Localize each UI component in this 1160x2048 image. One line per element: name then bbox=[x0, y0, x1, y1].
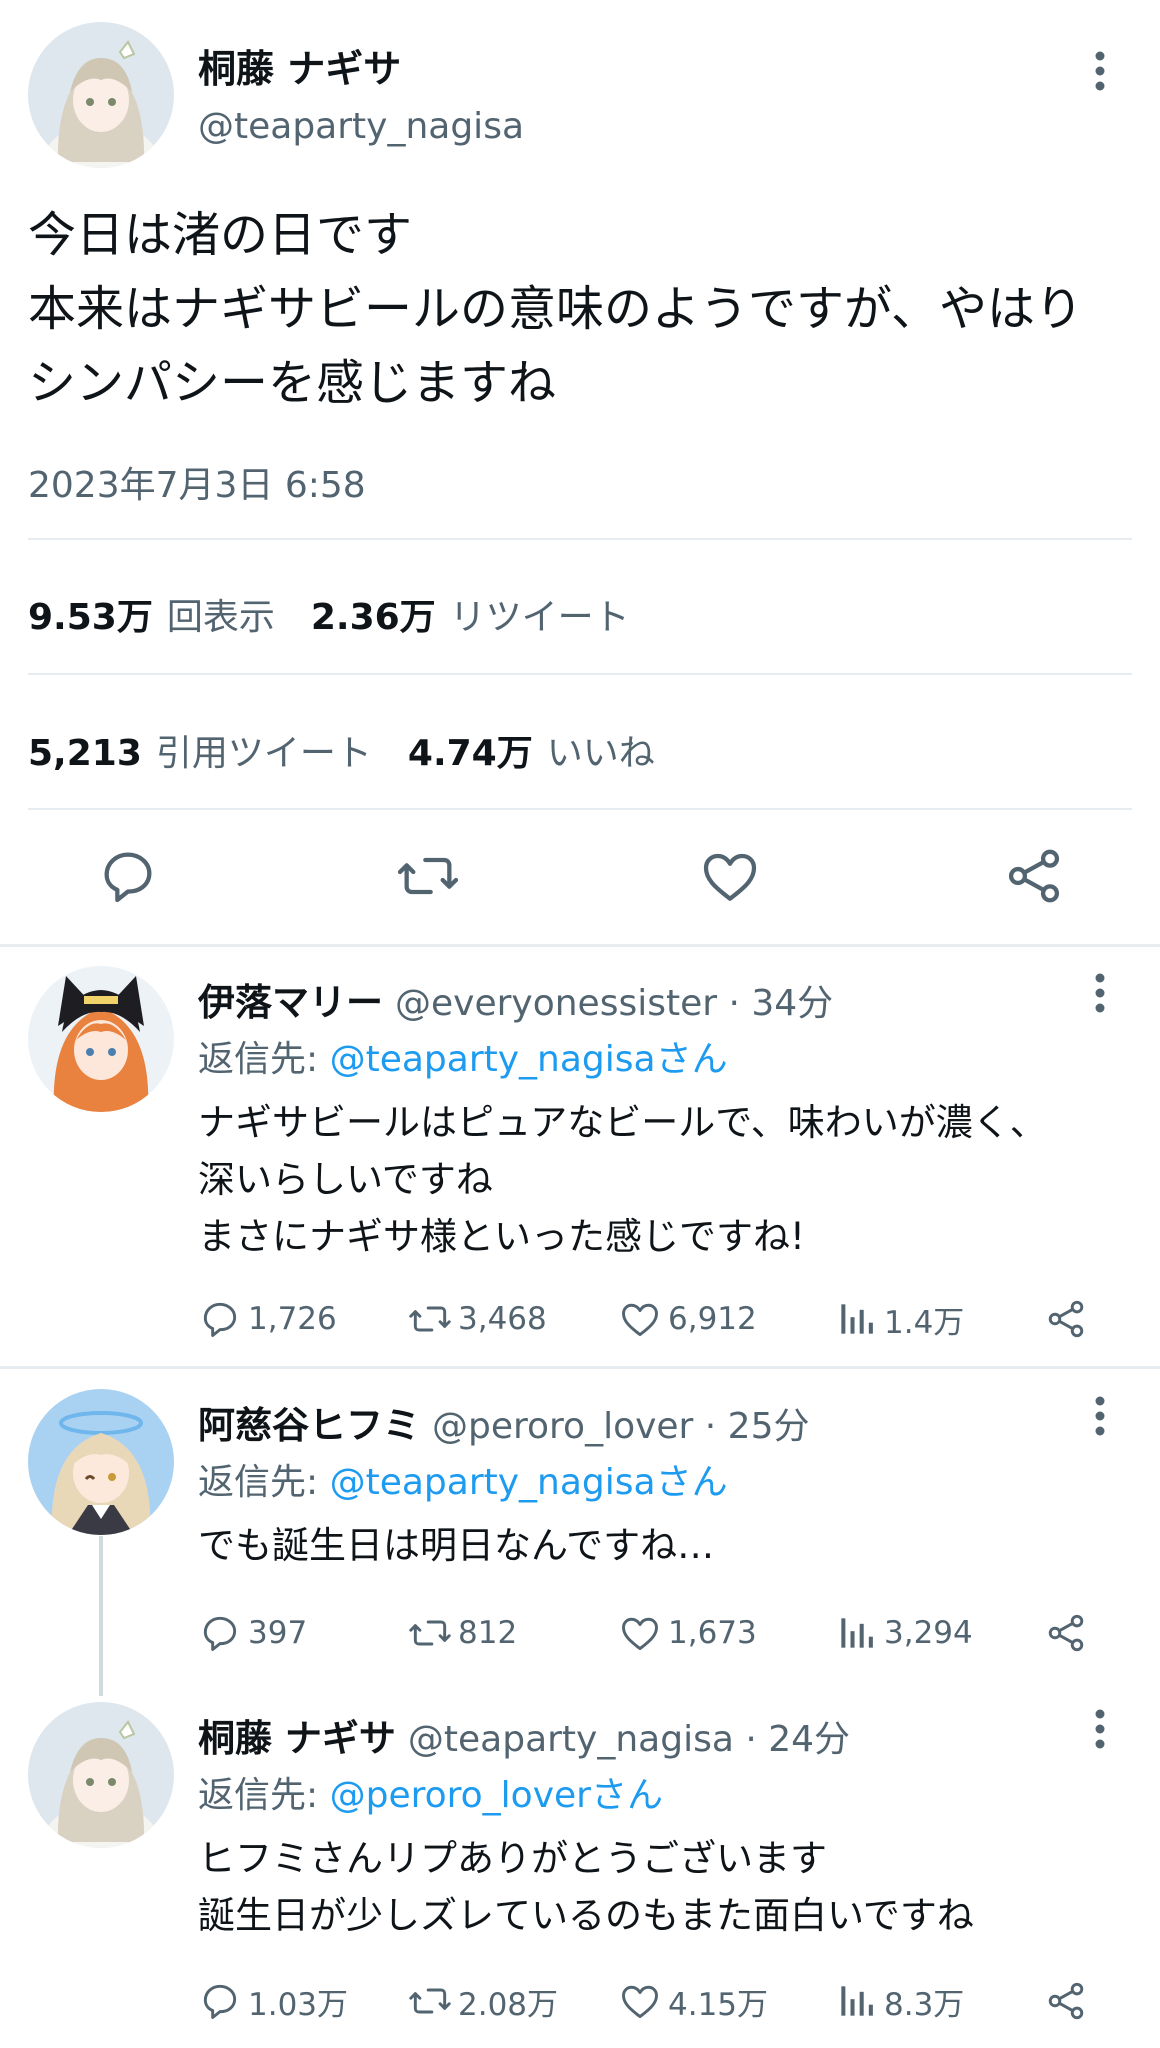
share-icon[interactable] bbox=[1002, 844, 1066, 908]
like-count: 6,912 bbox=[668, 1301, 757, 1337]
reply-header: 伊落マリー @everyonessister · 34分 bbox=[198, 972, 833, 1026]
tweet-text: 今日は渚の日です 本来はナギサビールの意味のようですが、やはり シンパシーを感じ… bbox=[28, 207, 1084, 411]
replying-to-link[interactable]: @peroro_loverさん bbox=[330, 1775, 663, 1816]
replying-to-link[interactable]: @teaparty_nagisaさん bbox=[330, 1462, 728, 1503]
views-button[interactable]: 8.3万 bbox=[834, 1976, 964, 2026]
reply-action-bar: 397 812 1,673 3,294 bbox=[198, 1608, 1098, 1658]
avatar[interactable] bbox=[28, 966, 174, 1112]
reply-button[interactable]: 397 bbox=[198, 1608, 307, 1658]
share-icon bbox=[1048, 1982, 1084, 2020]
retweet-count: 812 bbox=[458, 1615, 518, 1651]
likes-label[interactable]: いいね bbox=[547, 733, 655, 774]
reply-action-bar: 1.03万 2.08万 4.15万 8.3万 bbox=[198, 1976, 1098, 2026]
reply-icon bbox=[203, 1302, 237, 1337]
reply-tweet[interactable]: 伊落マリー @everyonessister · 34分 返信先: @teapar… bbox=[0, 946, 1160, 1366]
like-icon bbox=[622, 1617, 658, 1651]
views-chart-icon bbox=[841, 1304, 873, 1334]
retweet-button[interactable]: 2.08万 bbox=[408, 1976, 558, 2026]
display-name[interactable]: 阿慈谷ヒフミ bbox=[198, 1404, 420, 1447]
quotes-label[interactable]: 引用ツイート bbox=[156, 733, 372, 774]
user-handle[interactable]: @teaparty_nagisa bbox=[198, 106, 524, 147]
like-count: 1,673 bbox=[668, 1615, 757, 1651]
retweet-count: 2.08万 bbox=[458, 1986, 559, 2023]
retweet-icon bbox=[409, 1988, 451, 2014]
share-button[interactable] bbox=[1044, 1608, 1094, 1658]
retweet-count: 3,468 bbox=[458, 1301, 547, 1337]
replying-to-label: 返信先: bbox=[198, 1462, 319, 1503]
replying-to-link[interactable]: @teaparty_nagisaさん bbox=[330, 1039, 728, 1080]
avatar[interactable] bbox=[28, 22, 174, 168]
like-count: 4.15万 bbox=[668, 1986, 769, 2023]
reply-count: 1,726 bbox=[248, 1301, 337, 1337]
views-button[interactable]: 3,294 bbox=[834, 1608, 973, 1658]
like-button[interactable]: 1,673 bbox=[618, 1608, 757, 1658]
like-icon[interactable] bbox=[698, 844, 762, 908]
reply-header: 桐藤 ナギサ @teaparty_nagisa · 24分 bbox=[198, 1708, 850, 1762]
more-options-icon[interactable] bbox=[1080, 46, 1120, 96]
share-icon bbox=[1048, 1300, 1084, 1338]
main-tweet: 桐藤 ナギサ @teaparty_nagisa 今日は渚の日です 本来はナギサビ… bbox=[0, 0, 1160, 946]
handle-and-time[interactable]: @everyonessister · 34分 bbox=[395, 983, 833, 1024]
reply-text: ヒフミさんリプありがとうございます 誕生日が少しズレているのもまた面白いですね bbox=[198, 1837, 974, 1937]
reply-text: でも誕生日は明日なんですね… bbox=[198, 1524, 715, 1567]
retweets-count[interactable]: 2.36万 bbox=[311, 597, 436, 638]
quotes-count[interactable]: 5,213 bbox=[28, 733, 142, 774]
replying-to: 返信先: @peroro_loverさん bbox=[198, 1766, 663, 1818]
stats-row-views-retweets: 9.53万 回表示 2.36万 リツイート bbox=[28, 588, 666, 640]
display-name[interactable]: 桐藤 ナギサ bbox=[198, 1717, 396, 1760]
retweets-label[interactable]: リツイート bbox=[450, 597, 630, 638]
like-button[interactable]: 4.15万 bbox=[618, 1976, 768, 2026]
reply-count: 1.03万 bbox=[248, 1986, 349, 2023]
like-icon bbox=[622, 1303, 658, 1337]
likes-count[interactable]: 4.74万 bbox=[408, 733, 533, 774]
share-button[interactable] bbox=[1044, 1294, 1094, 1344]
divider bbox=[28, 673, 1132, 675]
views-chart-icon bbox=[841, 1618, 873, 1648]
reply-count: 397 bbox=[248, 1615, 308, 1651]
tweet-timestamp[interactable]: 2023年7月3日 6:58 bbox=[28, 456, 366, 508]
replying-to-label: 返信先: bbox=[198, 1775, 319, 1816]
view-count: 1.4万 bbox=[884, 1304, 965, 1341]
views-button[interactable]: 1.4万 bbox=[834, 1294, 964, 1344]
avatar[interactable] bbox=[28, 1389, 174, 1535]
divider bbox=[28, 808, 1132, 810]
retweet-icon[interactable] bbox=[396, 844, 460, 908]
reply-icon[interactable] bbox=[96, 844, 160, 908]
divider bbox=[28, 538, 1132, 540]
more-options-icon[interactable] bbox=[1080, 1704, 1120, 1754]
reply-tweet[interactable]: 阿慈谷ヒフミ @peroro_lover · 25分 返信先: @teaparty… bbox=[0, 1369, 1160, 1699]
reply-action-bar: 1,726 3,468 6,912 1.4万 bbox=[198, 1294, 1098, 1344]
reply-button[interactable]: 1,726 bbox=[198, 1294, 337, 1344]
like-button[interactable]: 6,912 bbox=[618, 1294, 757, 1344]
more-options-icon[interactable] bbox=[1080, 968, 1120, 1018]
reply-icon bbox=[203, 1616, 237, 1651]
views-label: 回表示 bbox=[166, 597, 275, 638]
display-name[interactable]: 伊落マリー bbox=[198, 981, 383, 1024]
retweet-icon bbox=[409, 1306, 451, 1332]
reply-text: ナギサビールはピュアなビールで、味わいが濃く、 深いらしいですね まさにナギサ様… bbox=[198, 1101, 1047, 1258]
more-options-icon[interactable] bbox=[1080, 1391, 1120, 1441]
reply-tweet[interactable]: 桐藤 ナギサ @teaparty_nagisa · 24分 返信先: @peror… bbox=[0, 1682, 1160, 2048]
share-icon bbox=[1048, 1614, 1084, 1652]
views-count: 9.53万 bbox=[28, 597, 153, 638]
retweet-button[interactable]: 3,468 bbox=[408, 1294, 547, 1344]
view-count: 8.3万 bbox=[884, 1986, 965, 2023]
replying-to: 返信先: @teaparty_nagisaさん bbox=[198, 1453, 728, 1505]
stats-row-quotes-likes: 5,213 引用ツイート 4.74万 いいね bbox=[28, 724, 691, 776]
handle-and-time[interactable]: @peroro_lover · 25分 bbox=[432, 1406, 810, 1447]
reply-button[interactable]: 1.03万 bbox=[198, 1976, 348, 2026]
avatar[interactable] bbox=[28, 1702, 174, 1848]
retweet-icon bbox=[409, 1620, 451, 1646]
view-count: 3,294 bbox=[884, 1615, 973, 1651]
display-name[interactable]: 桐藤 ナギサ bbox=[198, 38, 401, 93]
views-chart-icon bbox=[841, 1986, 873, 2016]
reply-icon bbox=[203, 1984, 237, 2019]
like-icon bbox=[622, 1985, 658, 2019]
reply-header: 阿慈谷ヒフミ @peroro_lover · 25分 bbox=[198, 1395, 810, 1449]
replying-to: 返信先: @teaparty_nagisaさん bbox=[198, 1030, 728, 1082]
retweet-button[interactable]: 812 bbox=[408, 1608, 517, 1658]
replying-to-label: 返信先: bbox=[198, 1039, 319, 1080]
handle-and-time[interactable]: @teaparty_nagisa · 24分 bbox=[408, 1719, 850, 1760]
share-button[interactable] bbox=[1044, 1976, 1094, 2026]
